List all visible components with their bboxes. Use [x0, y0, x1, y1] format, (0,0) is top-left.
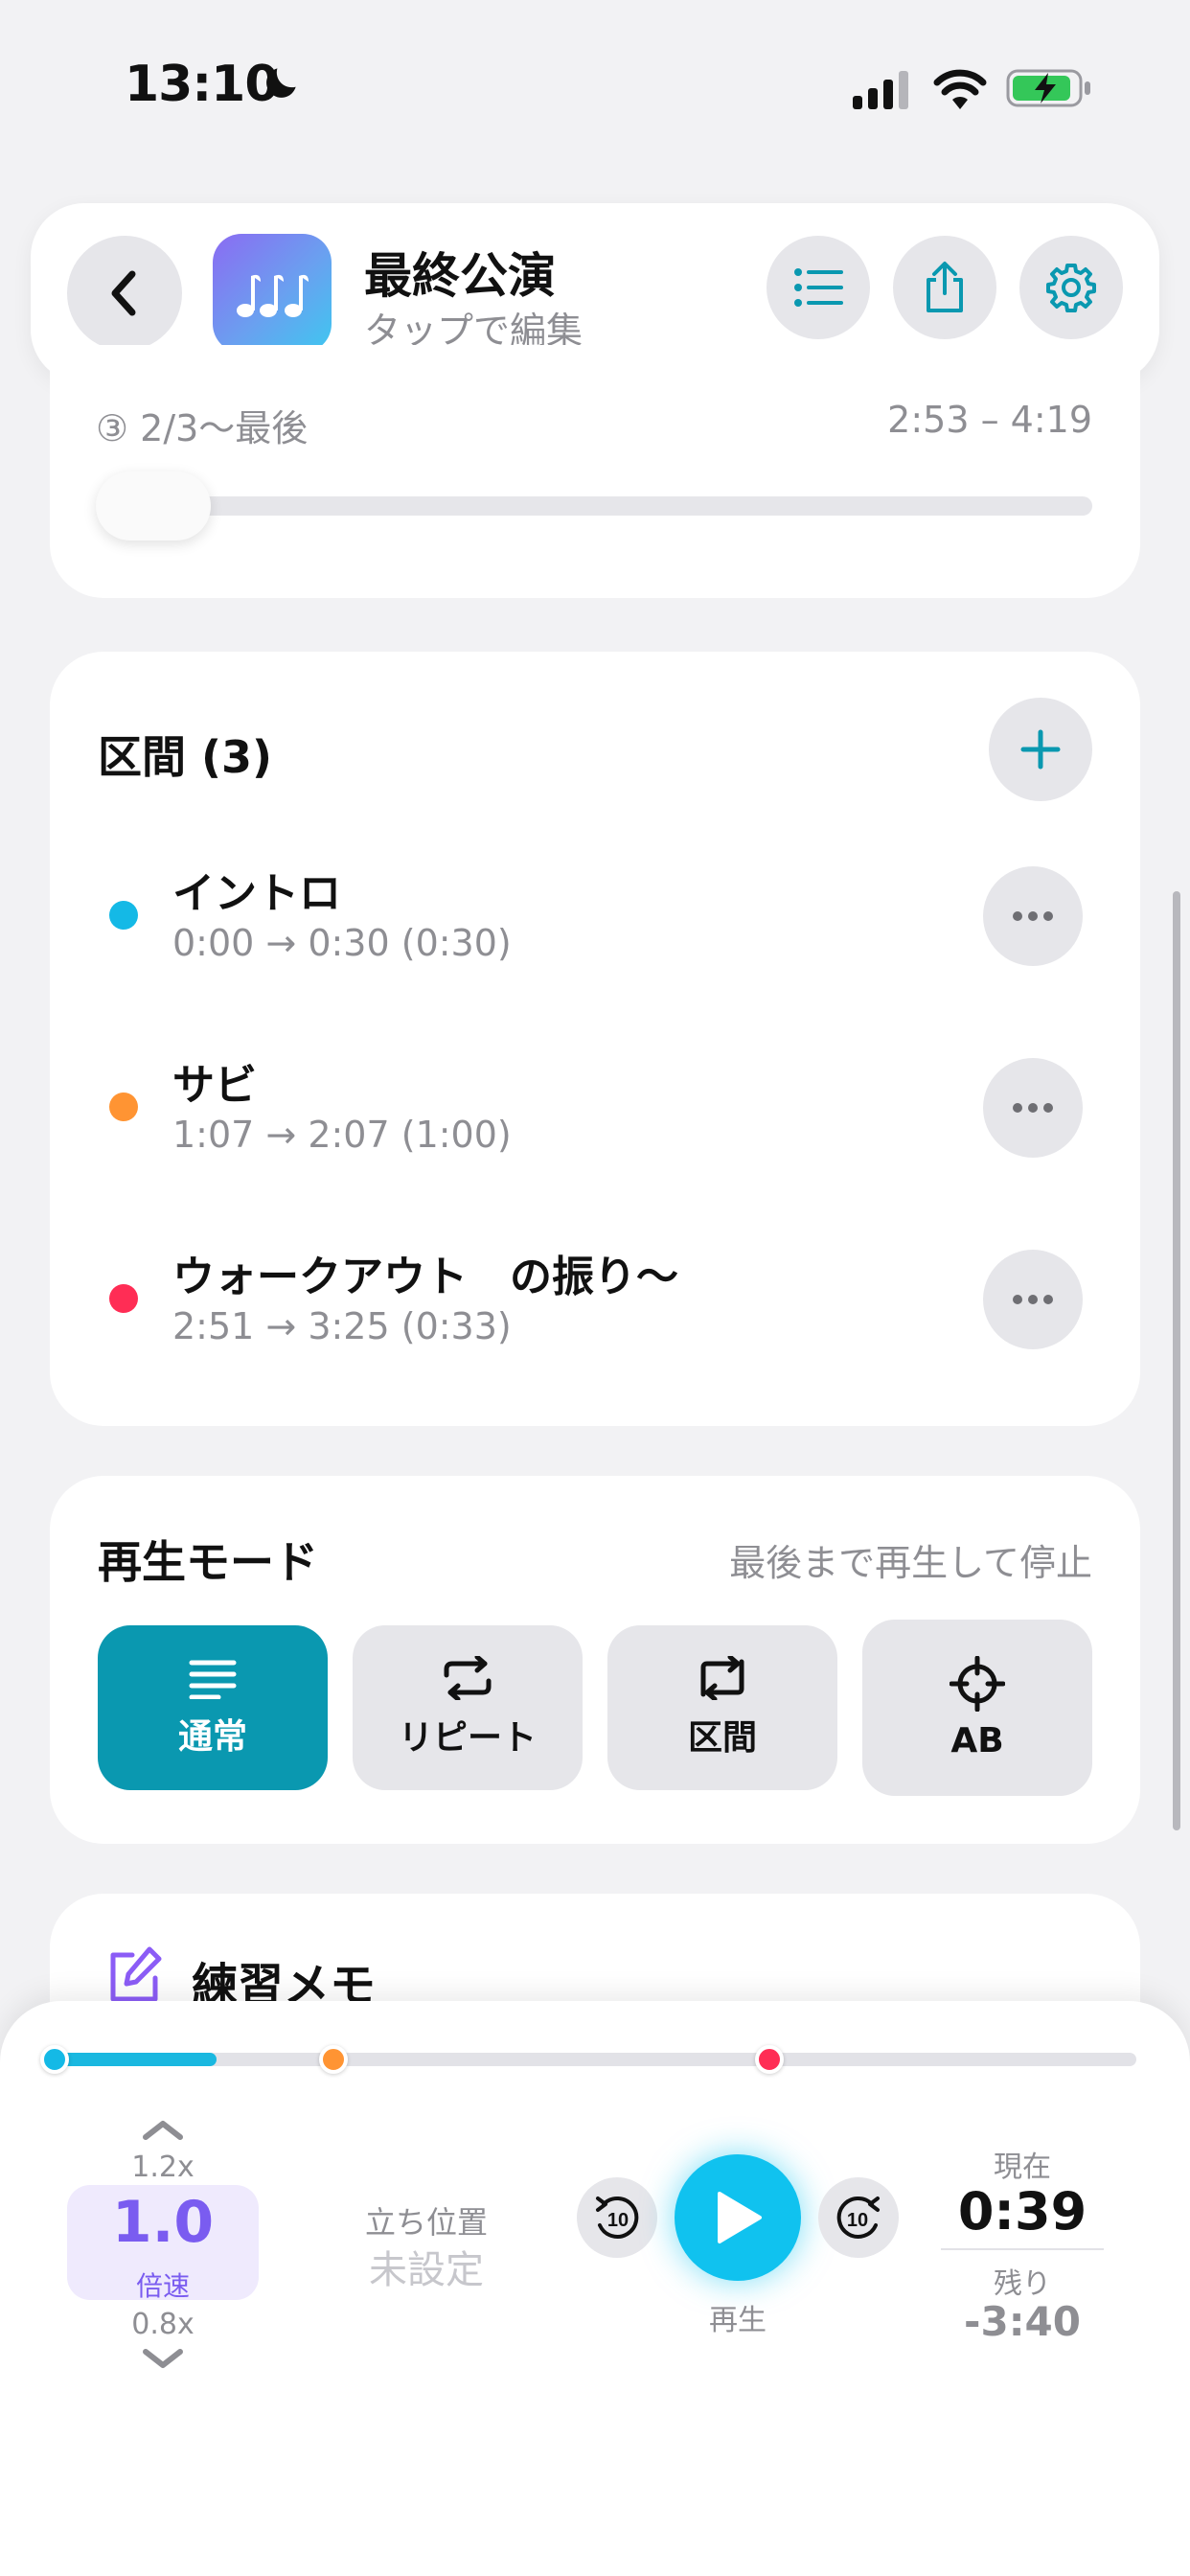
loop-icon: [700, 1656, 744, 1700]
more-horizontal-icon: [1013, 1103, 1053, 1113]
current-segment-card: [50, 345, 1140, 598]
section-color-dot: [109, 901, 138, 930]
speed-up-value[interactable]: 1.2x: [67, 2150, 259, 2184]
stand-position-label[interactable]: 立ち位置: [345, 2198, 508, 2242]
repeat-icon: [444, 1656, 492, 1700]
section-time-range: 0:00 → 0:30 (0:30): [172, 922, 512, 964]
time-divider: [941, 2248, 1104, 2250]
progress-fill: [54, 2053, 217, 2066]
section-time-range: 1:07 → 2:07 (1:00): [172, 1114, 512, 1156]
speed-unit: 倍速: [135, 2270, 190, 2302]
section-more-button[interactable]: [983, 866, 1083, 966]
play-button[interactable]: [675, 2154, 801, 2281]
status-time: 13:10: [125, 56, 280, 113]
plus-icon: [1020, 729, 1061, 770]
share-button[interactable]: [893, 236, 996, 339]
section-color-dot: [109, 1092, 138, 1121]
play-mode-title: 再生モード: [98, 1536, 318, 1588]
playlist-artwork[interactable]: [213, 234, 332, 353]
segment-slider-thumb[interactable]: [96, 472, 211, 540]
edit-note-icon: [110, 1946, 162, 2002]
stand-position-value[interactable]: 未設定: [345, 2239, 508, 2294]
speed-down-value[interactable]: 0.8x: [67, 2308, 259, 2341]
battery-charging-icon: [1006, 69, 1090, 107]
remaining-time-label: 残り: [994, 2267, 1051, 2301]
mode-label: リピート: [398, 1718, 537, 1758]
gear-icon: [1046, 264, 1096, 312]
speed-value: 1.0: [111, 2189, 215, 2256]
section-more-button[interactable]: [983, 1058, 1083, 1158]
moon-icon: [266, 68, 296, 98]
section-more-button[interactable]: [983, 1250, 1083, 1349]
skip-forward-10-icon: 10: [836, 2196, 880, 2239]
list-icon: [794, 268, 843, 307]
more-horizontal-icon: [1013, 911, 1053, 921]
section-name: ウォークアウト の振り〜: [172, 1253, 678, 1301]
mode-label: 通常: [177, 1717, 247, 1757]
section-marker-chorus[interactable]: [319, 2045, 348, 2074]
mode-ab-button[interactable]: AB: [862, 1620, 1092, 1796]
section-name: イントロ: [172, 869, 341, 918]
section-color-dot: [109, 1284, 138, 1313]
current-segment-range: 2:53 – 4:19: [887, 399, 1092, 441]
section-marker-intro[interactable]: [40, 2045, 69, 2074]
playlist-title[interactable]: 最終公演: [364, 238, 556, 307]
cellular-signal-icon: [853, 71, 908, 109]
section-marker-walkout[interactable]: [755, 2045, 784, 2074]
section-time-range: 2:51 → 3:25 (0:33): [172, 1305, 512, 1347]
share-icon: [927, 262, 963, 312]
music-notes-icon: [237, 274, 309, 317]
wifi-icon: [933, 69, 987, 109]
skip-forward-button[interactable]: 10: [818, 2177, 899, 2258]
crosshair-icon: [950, 1655, 1005, 1712]
remaining-time-value: -3:40: [964, 2298, 1081, 2345]
more-horizontal-icon: [1013, 1295, 1053, 1304]
play-icon: [718, 2192, 762, 2243]
mode-repeat-button[interactable]: リピート: [353, 1625, 583, 1790]
skip-back-button[interactable]: 10: [577, 2177, 657, 2258]
skip-back-amount: 10: [607, 2210, 629, 2231]
chevron-down-icon[interactable]: [140, 2346, 186, 2375]
section-name: サビ: [172, 1061, 257, 1110]
skip-forward-amount: 10: [847, 2210, 868, 2231]
mode-label: AB: [950, 1720, 1004, 1760]
settings-button[interactable]: [1019, 236, 1123, 339]
sections-title: 区間 (3): [98, 731, 273, 783]
list-button[interactable]: [767, 236, 870, 339]
mode-label: 区間: [687, 1718, 757, 1758]
segment-slider-track[interactable]: [96, 496, 1092, 516]
play-mode-description: 最後まで再生して停止: [729, 1542, 1092, 1584]
mode-section-button[interactable]: 区間: [607, 1625, 837, 1790]
mode-normal-button[interactable]: 通常: [98, 1625, 328, 1790]
lines-icon: [189, 1660, 237, 1699]
add-section-button[interactable]: [989, 698, 1092, 801]
current-time-value: 0:39: [957, 2181, 1087, 2242]
chevron-left-icon: [111, 270, 136, 316]
skip-back-10-icon: 10: [596, 2196, 639, 2239]
chevron-up-icon[interactable]: [140, 2114, 186, 2143]
scrollbar[interactable]: [1173, 891, 1180, 1830]
play-label: 再生: [709, 2304, 767, 2337]
current-time-label: 現在: [994, 2150, 1051, 2184]
current-segment-label: ③ 2/3〜最後: [96, 407, 309, 449]
back-button[interactable]: [67, 236, 182, 351]
